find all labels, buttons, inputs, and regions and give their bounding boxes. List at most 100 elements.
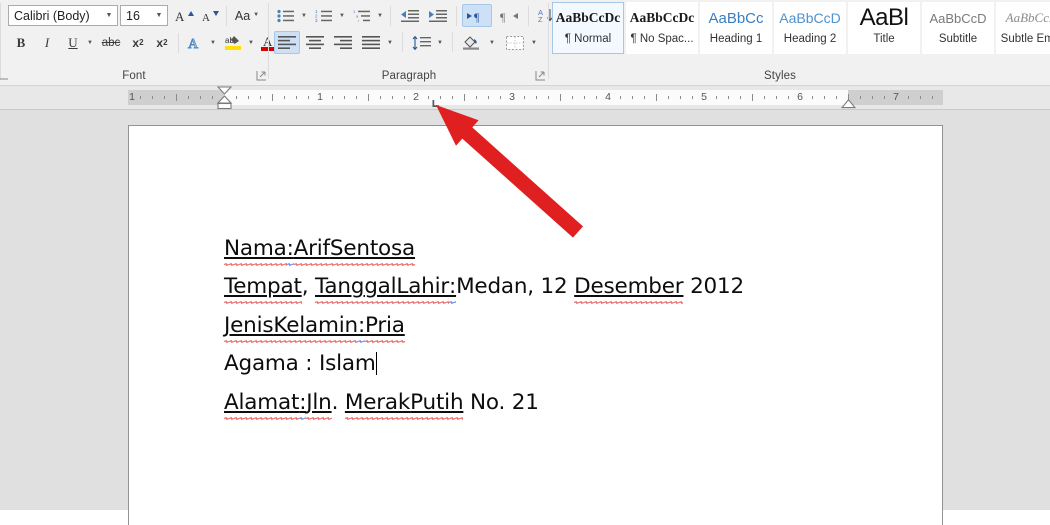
style-item-title[interactable]: AaBl Title [848,2,920,54]
left-edge-dialog-launcher-icon[interactable] [0,69,9,80]
line-spacing-icon[interactable] [408,31,434,54]
text-run: Jenis [224,313,274,343]
ruler-tick [884,96,885,99]
style-item-no-spac[interactable]: AaBbCcDc ¶ No Spac... [626,2,698,54]
style-item-normal[interactable]: AaBbCcDc ¶ Normal [552,2,624,54]
ruler-tick [188,96,189,99]
numbering-dropdown-icon[interactable]: ▼ [336,5,348,26]
font-group-label: Font [122,70,146,82]
ruler-tick [176,94,177,101]
ruler-tick [776,96,777,99]
style-item-heading-1[interactable]: AaBbCc Heading 1 [700,2,772,54]
document-line[interactable]: Agama : Islam [224,351,378,376]
svg-text:A: A [188,37,199,51]
underline-dropdown-icon[interactable]: ▼ [84,32,96,53]
increase-indent-icon[interactable] [424,5,450,26]
ruler-number: 1 [317,91,323,103]
numbering-icon[interactable]: 1 2 3 [312,5,336,26]
document-page[interactable]: Nama : Arif Sentosa Tempat, Tanggal Lahir… [128,125,943,525]
change-case-icon[interactable]: Aa ▼ [230,5,264,26]
text-run: Jln [306,390,332,420]
styles-group-label: Styles [764,70,796,82]
document-line[interactable]: Alamat : Jln. Merak Putih No. 21 [224,390,539,420]
ruler-tick [476,96,477,99]
multilevel-list-dropdown-icon[interactable]: ▼ [374,5,386,26]
bold-icon[interactable]: B [10,32,32,53]
text-run: Agama : Islam [224,351,376,376]
ruler-tick [872,96,873,99]
style-name: ¶ No Spac... [630,33,694,45]
style-name: Heading 1 [709,33,763,45]
ltr-text-direction-icon[interactable]: ¶ [462,4,492,27]
shading-icon[interactable] [458,31,486,54]
chevron-down-icon[interactable]: ▼ [101,12,117,20]
style-item-subtle-em[interactable]: AaBbCcD Subtle Em... [996,2,1050,54]
shrink-font-icon[interactable]: A [198,5,222,26]
borders-dropdown-icon[interactable]: ▼ [528,31,540,54]
style-name: Subtitle [938,33,978,45]
ruler-number: 4 [605,91,611,103]
style-preview: AaBl [859,4,909,31]
borders-icon[interactable] [502,31,528,54]
text-run: : [449,274,457,304]
text-effects-dropdown-icon[interactable]: ▼ [207,32,219,53]
shading-dropdown-icon[interactable]: ▼ [486,31,498,54]
first-line-indent-marker[interactable] [216,86,233,110]
ruler-tick [932,96,933,99]
ruler-bar[interactable]: 1 1 2 3 4 5 6 7 [0,86,1050,110]
underline-icon[interactable]: U [62,32,84,53]
multilevel-list-icon[interactable]: 1 a i [350,5,374,26]
align-center-icon[interactable] [302,31,328,54]
style-name: Heading 2 [783,33,837,45]
left-tab-stop-marker[interactable] [431,96,441,107]
ruler-tick [584,96,585,99]
superscript-icon[interactable]: x2 [150,32,174,53]
font-size-combo[interactable]: 16 ▼ [120,5,168,26]
justify-icon[interactable] [358,31,384,54]
decrease-indent-icon[interactable] [396,5,422,26]
style-item-subtitle[interactable]: AaBbCcD Subtitle [922,2,994,54]
font-dialog-launcher-icon[interactable] [256,70,267,81]
right-indent-marker[interactable] [840,96,857,109]
paragraph-dialog-launcher-icon[interactable] [535,70,546,81]
ruler-tick [920,96,921,99]
horizontal-ruler[interactable]: 1 1 2 3 4 5 6 7 [0,86,1050,110]
font-name-value: Calibri (Body) [14,8,90,23]
document-line[interactable]: Nama : Arif Sentosa [224,236,415,266]
ruler-tick [788,96,789,99]
align-left-icon[interactable] [274,31,300,54]
ruler-tick [536,96,537,99]
ruler-tick [308,96,309,99]
chevron-down-icon[interactable]: ▼ [151,12,167,20]
text-effects-icon[interactable]: A [183,32,207,53]
text-run: . [331,390,345,415]
line-spacing-dropdown-icon[interactable]: ▼ [434,31,446,54]
ruler-tick [668,96,669,99]
document-line[interactable]: Tempat, Tanggal Lahir : Medan, 12 Desemb… [224,274,744,304]
ruler-tick [200,96,201,99]
svg-text:A: A [175,9,185,24]
svg-text:i: i [358,18,359,23]
ruler-tick [248,96,249,99]
ruler-tick [644,96,645,99]
text-run: Arif [293,236,331,266]
bullets-dropdown-icon[interactable]: ▼ [298,5,310,26]
document-line[interactable]: Jenis Kelamin : Pria [224,313,405,343]
ribbon-group-font: Calibri (Body) ▼ 16 ▼ A A Aa ▼ B I U ▼ a… [0,0,290,86]
bullets-icon[interactable] [274,5,298,26]
style-preview: AaBbCc [708,9,764,27]
strikethrough-icon[interactable]: abc [98,32,124,53]
align-right-icon[interactable] [330,31,356,54]
subscript-icon[interactable]: x2 [126,32,150,53]
ruler-tick [152,96,153,99]
rtl-text-direction-icon[interactable]: ¶ [494,4,524,27]
text-highlight-color-icon[interactable]: ab [221,32,245,53]
font-name-combo[interactable]: Calibri (Body) ▼ [8,5,118,26]
italic-icon[interactable]: I [36,32,58,53]
text-highlight-dropdown-icon[interactable]: ▼ [245,32,257,53]
text-run: Sentosa [329,236,415,266]
ruler-tick [344,96,345,99]
style-item-heading-2[interactable]: AaBbCcD Heading 2 [774,2,846,54]
grow-font-icon[interactable]: A [172,5,196,26]
justify-dropdown-icon[interactable]: ▼ [384,31,396,54]
